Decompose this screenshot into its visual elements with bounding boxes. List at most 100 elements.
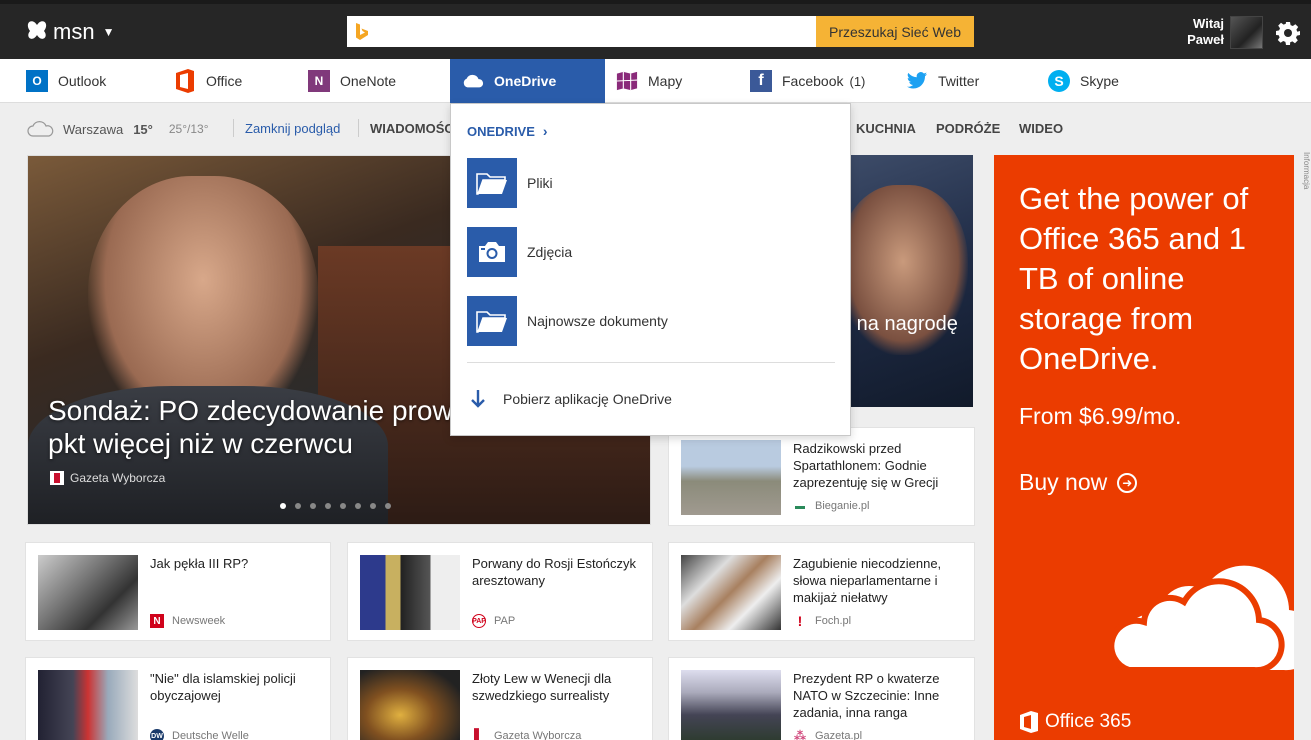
- app-label: OneDrive: [494, 73, 557, 89]
- news-thumbnail: [681, 555, 781, 630]
- weather-range: 25°/13°: [168, 122, 209, 136]
- ad-price: From $6.99/mo.: [1019, 403, 1182, 429]
- news-source-label: Deutsche Welle: [172, 730, 249, 740]
- arrow-right-icon: ➜: [1117, 472, 1138, 493]
- camera-icon: [467, 227, 517, 277]
- news-title: Radzikowski przed Spartathlonem: Godnie …: [793, 441, 939, 490]
- dropdown-title: ONEDRIVE: [467, 123, 535, 139]
- news-source: ▌ Gazeta Wyborcza: [472, 728, 581, 740]
- news-source-label: Bieganie.pl: [815, 500, 870, 512]
- news-thumbnail: [38, 670, 138, 740]
- nav-news[interactable]: WIADOMOŚC: [370, 121, 454, 136]
- close-preview-link[interactable]: Zamknij podgląd: [245, 121, 340, 136]
- news-card[interactable]: Jak pękła III RP? N Newsweek: [25, 542, 331, 641]
- ad-buy-now[interactable]: Buy now ➜: [1019, 469, 1138, 496]
- onedrive-icon: [462, 70, 484, 92]
- avatar[interactable]: [1230, 16, 1263, 49]
- news-source: ▬ Bieganie.pl: [793, 499, 869, 513]
- nav-video[interactable]: WIDEO: [1019, 121, 1063, 136]
- news-card[interactable]: "Nie" dla islamskiej policji obyczajowej…: [25, 657, 331, 740]
- ad-cta-label: Buy now: [1019, 469, 1108, 495]
- app-label: Office: [206, 73, 243, 89]
- foch-icon: !: [797, 613, 803, 629]
- news-title: Jak pękła III RP?: [150, 556, 249, 571]
- gear-icon[interactable]: [1276, 21, 1300, 45]
- app-facebook[interactable]: f Facebook (1): [750, 59, 865, 103]
- carousel-dot[interactable]: [280, 503, 286, 509]
- folder-icon: [467, 296, 517, 346]
- office-icon: [1020, 711, 1038, 733]
- bieganie-icon: ▬: [795, 500, 805, 512]
- news-title: "Nie" dla islamskiej policji obyczajowej: [150, 671, 296, 703]
- ad-info-label[interactable]: Informacja: [1300, 152, 1311, 222]
- msn-logo[interactable]: msn ▼: [26, 19, 114, 45]
- app-office[interactable]: Office: [174, 59, 242, 103]
- dropdown-item-photos[interactable]: Zdjęcia: [467, 227, 572, 277]
- news-source: N Newsweek: [150, 614, 225, 628]
- carousel-dot[interactable]: [355, 503, 361, 509]
- news-card[interactable]: Złoty Lew w Wenecji dla szwedzkiego surr…: [347, 657, 653, 740]
- news-source: ! Foch.pl: [793, 613, 852, 629]
- app-onedrive[interactable]: OneDrive: [450, 59, 605, 103]
- carousel-dot[interactable]: [370, 503, 376, 509]
- carousel-dots[interactable]: [280, 503, 391, 509]
- chevron-down-icon[interactable]: ▼: [103, 25, 115, 39]
- news-source: DW Deutsche Welle: [150, 729, 249, 740]
- news-card[interactable]: Radzikowski przed Spartathlonem: Godnie …: [668, 427, 975, 526]
- search-button[interactable]: Przeszukaj Sieć Web: [816, 16, 974, 47]
- news-card[interactable]: Prezydent RP o kwaterze NATO w Szczecini…: [668, 657, 975, 740]
- news-thumbnail: [38, 555, 138, 630]
- app-label: Twitter: [938, 73, 980, 89]
- news-card[interactable]: Zagubienie niecodzienne, słowa nieparlam…: [668, 542, 975, 641]
- search-input[interactable]: [377, 16, 816, 47]
- butterfly-icon: [27, 21, 47, 39]
- dropdown-item-label: Najnowsze dokumenty: [527, 313, 668, 329]
- news-title: Złoty Lew w Wenecji dla szwedzkiego surr…: [472, 671, 612, 703]
- app-maps[interactable]: Mapy: [616, 59, 682, 103]
- carousel-dot[interactable]: [310, 503, 316, 509]
- app-label: Skype: [1080, 73, 1119, 89]
- skype-icon: S: [1048, 70, 1070, 92]
- weather-city: Warszawa: [63, 121, 124, 137]
- download-onedrive-app[interactable]: Pobierz aplikację OneDrive: [469, 389, 672, 409]
- news-title: Zagubienie niecodzienne, słowa nieparlam…: [793, 556, 942, 605]
- news-source: ⁂ Gazeta.pl: [793, 729, 862, 740]
- news-source-label: Foch.pl: [815, 615, 852, 627]
- app-onenote[interactable]: N OneNote: [308, 59, 396, 103]
- arrow-down-icon: [469, 389, 487, 409]
- news-thumbnail: [681, 440, 781, 515]
- dropdown-item-recent-docs[interactable]: Najnowsze dokumenty: [467, 296, 668, 346]
- download-label: Pobierz aplikację OneDrive: [503, 391, 672, 407]
- dropdown-item-files[interactable]: Pliki: [467, 158, 553, 208]
- hero-source: Gazeta Wyborcza: [50, 471, 165, 485]
- folder-icon: [467, 158, 517, 208]
- greeting-line2: Paweł: [1187, 32, 1224, 47]
- app-outlook[interactable]: O Outlook: [26, 59, 106, 103]
- dropdown-item-label: Pliki: [527, 175, 553, 191]
- gazeta-pl-icon: ⁂: [793, 729, 807, 740]
- weather-temp: 15°: [133, 121, 153, 137]
- onedrive-header-link[interactable]: ONEDRIVE ›: [467, 123, 548, 139]
- carousel-dot[interactable]: [340, 503, 346, 509]
- greeting-line1: Witaj: [1193, 16, 1224, 31]
- divider: [233, 119, 234, 137]
- carousel-dot[interactable]: [325, 503, 331, 509]
- app-skype[interactable]: S Skype: [1048, 59, 1119, 103]
- news-card[interactable]: Porwany do Rosji Estończyk aresztowany P…: [347, 542, 653, 641]
- top-bar: msn ▼ Przeszukaj Sieć Web Witaj Paweł: [0, 0, 1311, 59]
- pap-icon: PAP: [472, 614, 486, 628]
- user-greeting[interactable]: Witaj Paweł: [1180, 16, 1224, 48]
- dropdown-divider: [467, 362, 835, 363]
- office365-ad[interactable]: Get the power of Office 365 and 1 TB of …: [994, 155, 1294, 740]
- nav-kitchen[interactable]: KUCHNIA: [856, 121, 916, 136]
- cloud-icon: [27, 121, 54, 137]
- logo-text: msn: [53, 19, 95, 44]
- cloud-icon: [1108, 565, 1294, 674]
- gazeta-wyborcza-icon: [50, 471, 64, 485]
- secondary-story-title: e na nagrodę: [840, 313, 958, 335]
- carousel-dot[interactable]: [385, 503, 391, 509]
- carousel-dot[interactable]: [295, 503, 301, 509]
- nav-travel[interactable]: PODRÓŻE: [936, 121, 1000, 136]
- weather-widget[interactable]: Warszawa 15° 25°/13°: [27, 120, 209, 138]
- app-twitter[interactable]: Twitter: [906, 59, 979, 103]
